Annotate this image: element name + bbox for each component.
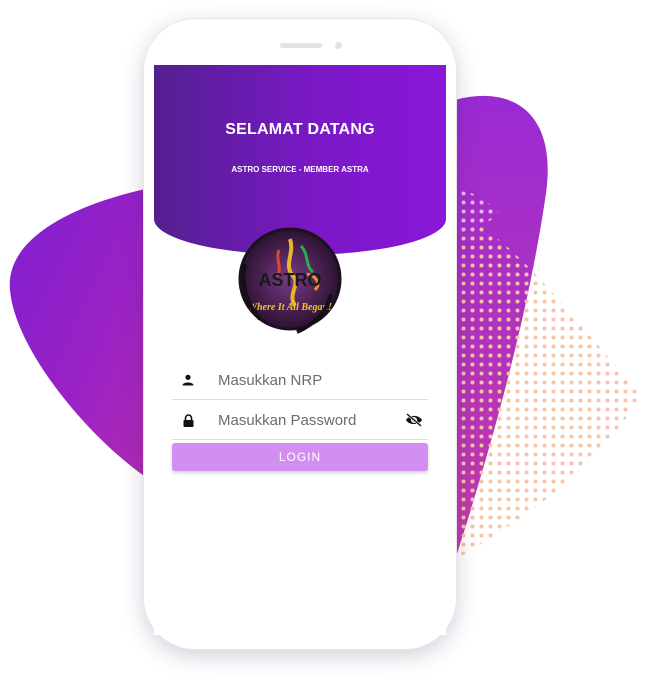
page-subtitle: ASTRO SERVICE - MEMBER ASTRA [231, 165, 369, 174]
nrp-field[interactable]: Masukkan NRP [172, 361, 428, 400]
password-input[interactable]: Masukkan Password [218, 412, 400, 429]
lock-icon [172, 413, 204, 427]
logo-text: ASTRO [259, 270, 322, 290]
astro-logo: ASTRO Where It All Began! [238, 227, 342, 334]
password-field[interactable]: Masukkan Password [172, 401, 428, 440]
phone-camera [335, 42, 342, 49]
logo-tagline: Where It All Began! [248, 302, 332, 313]
nrp-input[interactable]: Masukkan NRP [218, 372, 428, 389]
phone-frame: SELAMAT DATANG ASTRO SERVICE - MEMBER AS… [143, 18, 457, 650]
app-screen: SELAMAT DATANG ASTRO SERVICE - MEMBER AS… [154, 65, 446, 635]
person-icon [172, 374, 204, 386]
eye-off-icon[interactable] [400, 413, 428, 427]
phone-speaker [280, 43, 322, 48]
login-button[interactable]: LOGIN [172, 443, 428, 471]
page-title: SELAMAT DATANG [225, 121, 375, 138]
